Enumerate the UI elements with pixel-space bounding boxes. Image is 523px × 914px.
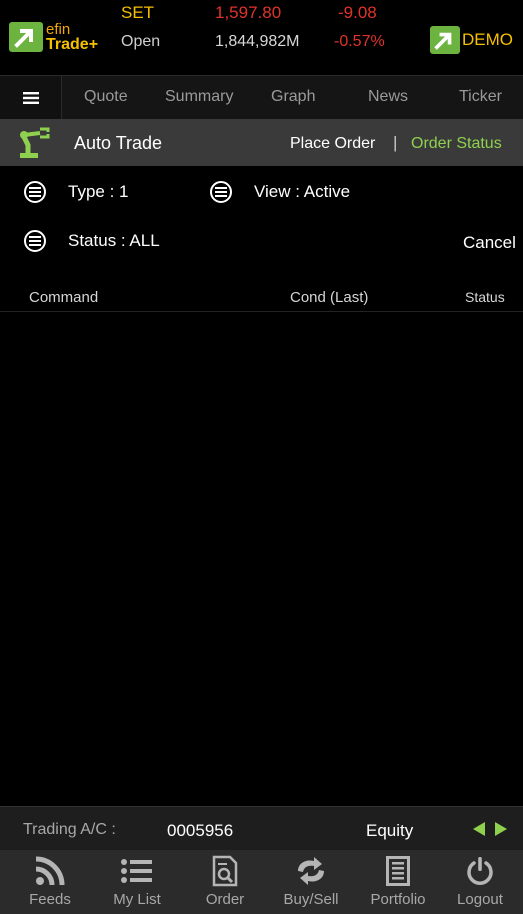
cancel-button[interactable]: Cancel	[463, 233, 516, 253]
market-status: Open	[121, 33, 161, 50]
portfolio-icon	[386, 855, 410, 887]
column-command: Command	[29, 289, 99, 306]
view-filter[interactable]: View : Active	[210, 181, 350, 203]
index-value: 1,597.80	[215, 3, 282, 22]
status-filter-label: Status : ALL	[68, 231, 160, 250]
nav-label: Feeds	[29, 891, 71, 908]
place-order-link[interactable]: Place Order	[290, 135, 375, 153]
rss-icon	[34, 855, 66, 887]
app-logo: efin Trade+	[9, 21, 99, 53]
market-header: efin Trade+ SET Open 1,597.80 1,844,982M…	[0, 0, 523, 75]
view-filter-label: View : Active	[254, 182, 351, 201]
tab-ticker[interactable]: Ticker	[459, 88, 502, 106]
account-type: Equity	[366, 821, 414, 840]
demo-arrow-icon	[430, 26, 460, 54]
separator: |	[393, 133, 398, 152]
list-icon	[24, 230, 46, 252]
robot-arm-icon	[20, 127, 50, 158]
auto-trade-bar: Auto Trade Place Order | Order Status	[0, 119, 523, 166]
type-filter[interactable]: Type : 1	[24, 181, 128, 203]
power-icon	[465, 855, 495, 887]
nav-buy-sell[interactable]: Buy/Sell	[268, 850, 354, 914]
list-icon	[24, 181, 46, 203]
switch-account-arrows-icon[interactable]	[473, 822, 507, 836]
account-number[interactable]: 0005956	[167, 821, 233, 841]
hamburger-icon	[22, 91, 39, 104]
order-search-icon	[212, 855, 238, 887]
nav-label: Order	[205, 891, 245, 908]
demo-badge[interactable]: DEMO	[430, 26, 513, 54]
account-label: Trading A/C :	[23, 821, 116, 838]
exchange-icon	[294, 855, 328, 887]
column-cond: Cond (Last)	[290, 289, 369, 306]
change-percent: -0.57%	[334, 33, 385, 50]
tab-graph[interactable]: Graph	[271, 88, 315, 106]
tab-bar: Quote Summary Graph News Ticker	[0, 75, 523, 119]
account-bar: Trading A/C : 0005956 Equity	[0, 806, 523, 850]
tab-quote[interactable]: Quote	[84, 88, 128, 106]
logo-trade-text: Trade+	[46, 36, 99, 53]
status-filter[interactable]: Status : ALL	[24, 230, 160, 252]
nav-label: My List	[113, 891, 161, 908]
logo-arrow-icon	[9, 22, 43, 52]
nav-label: Buy/Sell	[283, 891, 339, 908]
nav-logout[interactable]: Logout	[437, 850, 523, 914]
logo-efin-text: efin	[46, 21, 71, 38]
nav-feeds[interactable]: Feeds	[7, 850, 93, 914]
column-status: Status	[465, 289, 505, 305]
page-title: Auto Trade	[74, 133, 163, 153]
bottom-nav: Feeds My List Order Buy/Sell Portfolio L…	[0, 850, 523, 914]
nav-portfolio[interactable]: Portfolio	[355, 850, 441, 914]
list-icon	[210, 181, 232, 203]
nav-label: Logout	[457, 891, 503, 908]
market-name: SET	[121, 3, 155, 22]
order-status-link[interactable]: Order Status	[411, 135, 502, 153]
header-divider	[0, 311, 523, 312]
volume-value: 1,844,982M	[215, 33, 300, 50]
change-value: -9.08	[338, 3, 377, 22]
type-filter-label: Type : 1	[68, 182, 129, 201]
nav-my-list[interactable]: My List	[94, 850, 180, 914]
menu-button[interactable]	[0, 76, 62, 119]
nav-label: Portfolio	[370, 891, 426, 908]
demo-label: DEMO	[462, 30, 513, 49]
nav-order[interactable]: Order	[182, 850, 268, 914]
list-icon	[121, 855, 153, 887]
tab-summary[interactable]: Summary	[165, 88, 233, 106]
tab-news[interactable]: News	[368, 88, 408, 106]
